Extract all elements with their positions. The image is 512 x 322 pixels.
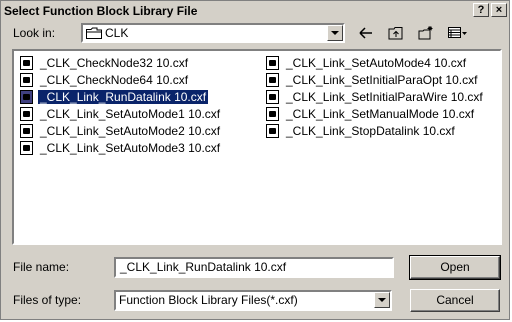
cxf-file-icon [266,124,279,138]
file-item-label: _CLK_Link_SetInitialParaOpt 10.cxf [286,73,478,87]
file-item-label: _CLK_Link_StopDatalink 10.cxf [286,124,455,138]
file-item-label: _CLK_Link_SetManualMode 10.cxf [286,107,475,121]
file-item[interactable]: _CLK_CheckNode32 10.cxf [20,55,220,72]
folder-icon [86,27,102,39]
cxf-file-icon [20,141,33,155]
look-in-combo[interactable]: CLK [81,23,345,43]
file-dialog: Select Function Block Library File ? × L… [0,0,510,320]
cxf-file-icon [266,73,279,87]
file-list-column-2: _CLK_Link_SetAutoMode4 10.cxf _CLK_Link_S… [266,55,483,140]
cxf-file-icon [20,73,33,87]
file-item[interactable]: _CLK_Link_SetAutoMode3 10.cxf [20,140,220,157]
file-item-label: _CLK_CheckNode64 10.cxf [40,73,189,87]
look-in-dropdown-button[interactable] [327,25,343,41]
chevron-down-icon [331,31,339,35]
cxf-file-icon [20,124,33,138]
open-button[interactable]: Open [409,255,501,280]
file-item[interactable]: _CLK_Link_RunDatalink 10.cxf [20,89,220,106]
file-item-label: _CLK_Link_RunDatalink 10.cxf [36,89,210,105]
cxf-file-icon [20,90,33,104]
back-arrow-icon [359,27,372,39]
cxf-file-icon [20,56,33,70]
title-bar: Select Function Block Library File ? × [1,1,509,21]
file-type-combo[interactable]: Function Block Library Files(*.cxf) [114,290,392,311]
file-type-value: Function Block Library Files(*.cxf) [119,293,298,307]
file-type-dropdown-button[interactable] [374,292,390,308]
file-item-label: _CLK_Link_SetAutoMode1 10.cxf [40,107,221,121]
close-button[interactable]: × [491,3,507,17]
help-button[interactable]: ? [473,3,489,17]
file-item-label: _CLK_Link_SetAutoMode4 10.cxf [286,56,467,70]
file-list[interactable]: _CLK_CheckNode32 10.cxf _CLK_CheckNode64 … [12,49,502,245]
cxf-file-icon [266,107,279,121]
new-folder-button[interactable] [415,23,437,43]
new-folder-icon [418,26,433,40]
file-item[interactable]: _CLK_Link_SetManualMode 10.cxf [266,106,483,123]
cancel-button[interactable]: Cancel [410,289,500,312]
cxf-file-icon [266,56,279,70]
file-item[interactable]: _CLK_Link_SetAutoMode1 10.cxf [20,106,220,123]
file-name-input[interactable]: _CLK_Link_RunDatalink 10.cxf [114,257,394,278]
file-item-label: _CLK_Link_SetInitialParaWire 10.cxf [286,90,483,104]
file-item[interactable]: _CLK_Link_SetInitialParaOpt 10.cxf [266,72,483,89]
file-item-label: _CLK_Link_SetAutoMode3 10.cxf [40,141,221,155]
file-item-label: _CLK_Link_SetAutoMode2 10.cxf [40,124,221,138]
file-item-label: _CLK_CheckNode32 10.cxf [40,56,189,70]
file-item[interactable]: _CLK_Link_SetAutoMode4 10.cxf [266,55,483,72]
up-folder-button[interactable] [385,23,407,43]
file-item[interactable]: _CLK_Link_SetAutoMode2 10.cxf [20,123,220,140]
file-type-label: Files of type: [13,293,82,307]
back-button[interactable] [355,23,377,43]
file-item[interactable]: _CLK_Link_StopDatalink 10.cxf [266,123,483,140]
cxf-file-icon [20,107,33,121]
file-item[interactable]: _CLK_CheckNode64 10.cxf [20,72,220,89]
file-name-label: File name: [13,260,70,274]
file-item[interactable]: _CLK_Link_SetInitialParaWire 10.cxf [266,89,483,106]
view-menu-icon [448,27,467,38]
chevron-down-icon [378,298,386,302]
up-folder-icon [388,27,403,40]
dialog-title: Select Function Block Library File [4,4,198,18]
cxf-file-icon [266,90,279,104]
look-in-label: Look in: [13,26,56,40]
look-in-value: CLK [105,26,129,40]
file-list-column-1: _CLK_CheckNode32 10.cxf _CLK_CheckNode64 … [20,55,220,157]
dialog-toolbar [355,23,467,43]
view-menu-button[interactable] [445,23,467,43]
